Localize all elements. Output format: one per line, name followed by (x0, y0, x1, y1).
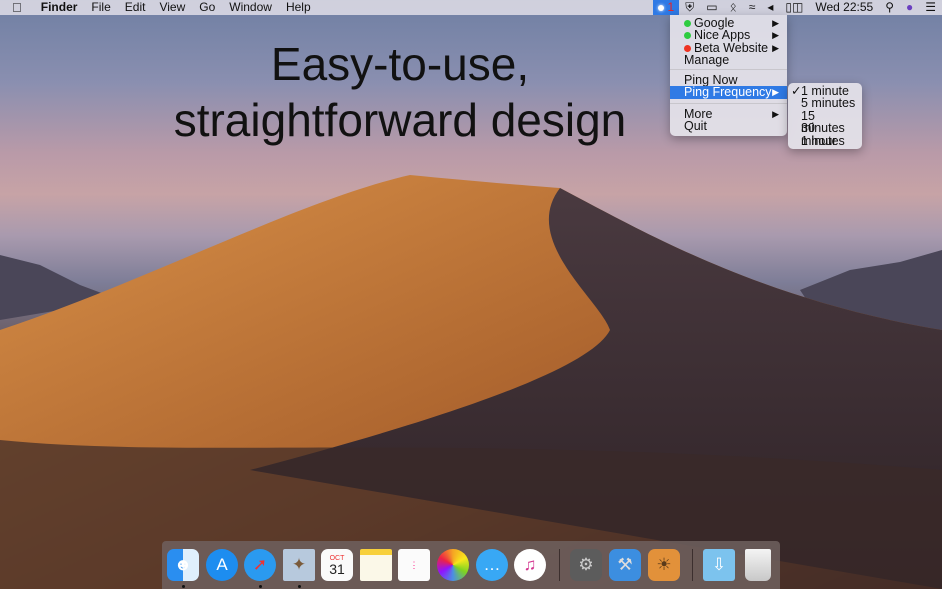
submenu-arrow-icon: ▶ (772, 108, 779, 119)
frequency-option[interactable]: 5 minutes (788, 97, 862, 110)
ping-app-icon (657, 4, 664, 11)
dock: ☻ A ➚ ✦ OCT 31 ⋮ … ♫ ⚙ ⚒ ☀ ⇩ (162, 541, 780, 589)
ping-status-item[interactable]: 1 (652, 0, 680, 15)
system-preferences-icon[interactable]: ⚙ (570, 549, 602, 581)
downloads-folder-icon[interactable]: ⇩ (703, 549, 735, 581)
checkmark-icon: ✓ (791, 84, 802, 98)
finder-icon[interactable]: ☻ (167, 549, 199, 581)
menu-view[interactable]: View (152, 0, 192, 15)
status-dot-red (684, 44, 691, 52)
volume-icon[interactable]: ◂ (761, 0, 779, 15)
ping-frequency-submenu: ✓ 1 minute 5 minutes 15 minutes 30 minute… (788, 83, 862, 149)
shield-icon[interactable]: ⛨ (679, 0, 700, 15)
itunes-icon[interactable]: ♫ (514, 549, 546, 581)
status-area: 1 ⛨ ▭ ᛟ ≈ ◂ ▯◫ Wed 22:55 ⚲ ● ☰ (652, 0, 942, 15)
dock-separator (692, 549, 693, 581)
running-indicator (182, 585, 185, 588)
status-dot-green (684, 20, 691, 27)
menu-go[interactable]: Go (192, 0, 222, 15)
menu-item-ping-frequency[interactable]: Ping Frequency ▶ (670, 85, 787, 100)
preview-icon[interactable]: ☀ (648, 549, 680, 581)
mail-icon[interactable]: ✦ (283, 549, 315, 581)
submenu-arrow-icon: ▶ (772, 87, 779, 98)
messages-icon[interactable]: … (476, 549, 508, 581)
frequency-option[interactable]: 1 hour (788, 134, 862, 147)
search-icon[interactable]: ⚲ (879, 0, 900, 15)
bluetooth-icon[interactable]: ᛟ (724, 0, 743, 15)
siri-icon[interactable]: ● (900, 0, 919, 15)
frequency-option[interactable]: 30 minutes (788, 122, 862, 147)
xcode-icon[interactable]: ⚒ (609, 549, 641, 581)
wifi-icon[interactable]: ≈ (743, 0, 762, 15)
menu-bar:  Finder File Edit View Go Window Help 1… (0, 0, 942, 15)
menu-item-quit[interactable]: Quit (670, 120, 787, 133)
headline-line1: Easy-to-use, (270, 38, 530, 90)
photos-icon[interactable] (437, 549, 469, 581)
menu-edit[interactable]: Edit (118, 0, 153, 15)
airplay-icon[interactable]: ▭ (700, 0, 723, 15)
calendar-icon[interactable]: OCT 31 (321, 549, 353, 581)
menu-file[interactable]: File (84, 0, 117, 15)
headline: Easy-to-use, straightforward design (170, 36, 630, 148)
reminders-icon[interactable]: ⋮ (398, 549, 430, 581)
menu-separator (670, 69, 787, 71)
ping-menu: Google ▶ Nice Apps ▶ Beta Website ▶ Manage … (670, 15, 787, 137)
submenu-arrow-icon: ▶ (772, 30, 779, 41)
notes-icon[interactable] (360, 549, 392, 581)
frequency-option[interactable]: 15 minutes (788, 109, 862, 134)
running-indicator (298, 585, 301, 588)
menu-app-name[interactable]: Finder (34, 0, 85, 15)
app-store-icon[interactable]: A (206, 549, 238, 581)
safari-icon[interactable]: ➚ (244, 549, 276, 581)
submenu-arrow-icon: ▶ (772, 18, 779, 28)
status-dot-green (684, 32, 691, 40)
menu-help[interactable]: Help (279, 0, 318, 15)
clock[interactable]: Wed 22:55 (809, 0, 879, 15)
headline-line2: straightforward design (173, 94, 627, 146)
apple-menu-icon[interactable]:  (0, 0, 34, 15)
menu-window[interactable]: Window (222, 0, 279, 15)
calendar-day: 31 (329, 560, 345, 577)
battery-icon[interactable]: ▯◫ (779, 0, 809, 15)
notification-center-icon[interactable]: ☰ (919, 0, 942, 15)
ping-badge: 1 (667, 0, 675, 14)
dock-separator (559, 549, 560, 581)
submenu-arrow-icon: ▶ (772, 42, 779, 53)
trash-icon[interactable] (745, 549, 771, 581)
menu-separator (670, 102, 787, 104)
menu-item-manage[interactable]: Manage (670, 53, 787, 66)
ping-frequency-label: Ping Frequency (684, 85, 772, 100)
running-indicator (259, 585, 262, 588)
